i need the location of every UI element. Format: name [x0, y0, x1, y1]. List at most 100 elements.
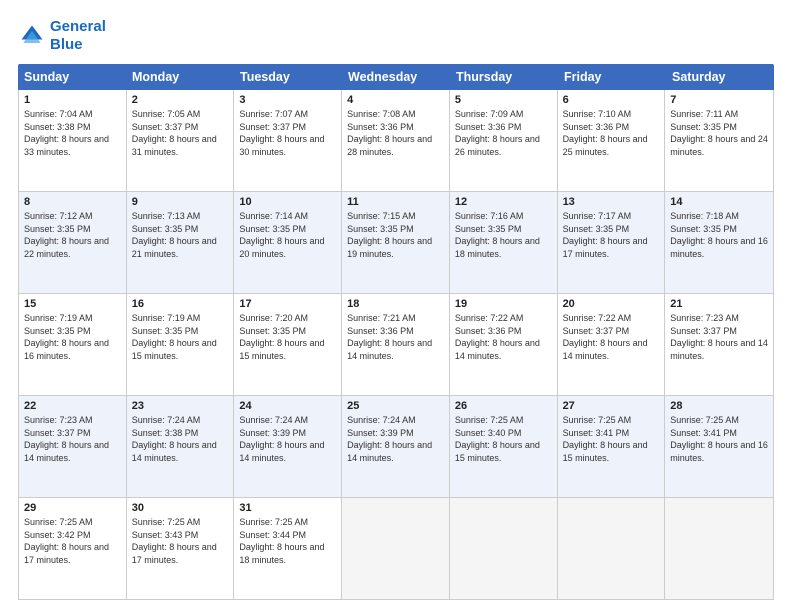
calendar-cell: 9 Sunrise: 7:13 AM Sunset: 3:35 PM Dayli… [127, 192, 235, 293]
calendar-cell: 6 Sunrise: 7:10 AM Sunset: 3:36 PM Dayli… [558, 90, 666, 191]
calendar-cell: 11 Sunrise: 7:15 AM Sunset: 3:35 PM Dayl… [342, 192, 450, 293]
day-number: 8 [24, 196, 121, 208]
calendar-cell [558, 498, 666, 599]
day-number: 10 [239, 196, 336, 208]
day-number: 1 [24, 94, 121, 106]
cell-info: Sunrise: 7:23 AM Sunset: 3:37 PM Dayligh… [670, 312, 768, 362]
header-day-friday: Friday [558, 64, 666, 90]
calendar-cell: 28 Sunrise: 7:25 AM Sunset: 3:41 PM Dayl… [665, 396, 773, 497]
day-number: 24 [239, 400, 336, 412]
cell-info: Sunrise: 7:14 AM Sunset: 3:35 PM Dayligh… [239, 210, 336, 260]
calendar-cell: 20 Sunrise: 7:22 AM Sunset: 3:37 PM Dayl… [558, 294, 666, 395]
calendar-cell: 7 Sunrise: 7:11 AM Sunset: 3:35 PM Dayli… [665, 90, 773, 191]
cell-info: Sunrise: 7:12 AM Sunset: 3:35 PM Dayligh… [24, 210, 121, 260]
day-number: 5 [455, 94, 552, 106]
day-number: 14 [670, 196, 768, 208]
calendar-cell: 2 Sunrise: 7:05 AM Sunset: 3:37 PM Dayli… [127, 90, 235, 191]
day-number: 21 [670, 298, 768, 310]
day-number: 31 [239, 502, 336, 514]
logo-icon [18, 22, 46, 50]
cell-info: Sunrise: 7:19 AM Sunset: 3:35 PM Dayligh… [24, 312, 121, 362]
calendar-cell: 30 Sunrise: 7:25 AM Sunset: 3:43 PM Dayl… [127, 498, 235, 599]
day-number: 22 [24, 400, 121, 412]
calendar-cell: 25 Sunrise: 7:24 AM Sunset: 3:39 PM Dayl… [342, 396, 450, 497]
calendar: SundayMondayTuesdayWednesdayThursdayFrid… [18, 64, 774, 600]
calendar-header: SundayMondayTuesdayWednesdayThursdayFrid… [18, 64, 774, 90]
page: General Blue SundayMondayTuesdayWednesda… [0, 0, 792, 612]
cell-info: Sunrise: 7:10 AM Sunset: 3:36 PM Dayligh… [563, 108, 660, 158]
calendar-cell: 8 Sunrise: 7:12 AM Sunset: 3:35 PM Dayli… [19, 192, 127, 293]
calendar-cell: 18 Sunrise: 7:21 AM Sunset: 3:36 PM Dayl… [342, 294, 450, 395]
calendar-cell: 22 Sunrise: 7:23 AM Sunset: 3:37 PM Dayl… [19, 396, 127, 497]
calendar-cell: 19 Sunrise: 7:22 AM Sunset: 3:36 PM Dayl… [450, 294, 558, 395]
day-number: 30 [132, 502, 229, 514]
cell-info: Sunrise: 7:09 AM Sunset: 3:36 PM Dayligh… [455, 108, 552, 158]
calendar-cell: 1 Sunrise: 7:04 AM Sunset: 3:38 PM Dayli… [19, 90, 127, 191]
calendar-cell: 27 Sunrise: 7:25 AM Sunset: 3:41 PM Dayl… [558, 396, 666, 497]
day-number: 7 [670, 94, 768, 106]
day-number: 2 [132, 94, 229, 106]
header-day-wednesday: Wednesday [342, 64, 450, 90]
cell-info: Sunrise: 7:13 AM Sunset: 3:35 PM Dayligh… [132, 210, 229, 260]
day-number: 20 [563, 298, 660, 310]
header-day-sunday: Sunday [18, 64, 126, 90]
day-number: 26 [455, 400, 552, 412]
day-number: 4 [347, 94, 444, 106]
day-number: 23 [132, 400, 229, 412]
cell-info: Sunrise: 7:11 AM Sunset: 3:35 PM Dayligh… [670, 108, 768, 158]
day-number: 18 [347, 298, 444, 310]
cell-info: Sunrise: 7:15 AM Sunset: 3:35 PM Dayligh… [347, 210, 444, 260]
cell-info: Sunrise: 7:07 AM Sunset: 3:37 PM Dayligh… [239, 108, 336, 158]
day-number: 27 [563, 400, 660, 412]
day-number: 19 [455, 298, 552, 310]
day-number: 29 [24, 502, 121, 514]
calendar-cell: 26 Sunrise: 7:25 AM Sunset: 3:40 PM Dayl… [450, 396, 558, 497]
calendar-cell: 10 Sunrise: 7:14 AM Sunset: 3:35 PM Dayl… [234, 192, 342, 293]
calendar-cell: 4 Sunrise: 7:08 AM Sunset: 3:36 PM Dayli… [342, 90, 450, 191]
calendar-cell [665, 498, 773, 599]
day-number: 9 [132, 196, 229, 208]
calendar-cell: 5 Sunrise: 7:09 AM Sunset: 3:36 PM Dayli… [450, 90, 558, 191]
calendar-cell: 14 Sunrise: 7:18 AM Sunset: 3:35 PM Dayl… [665, 192, 773, 293]
cell-info: Sunrise: 7:19 AM Sunset: 3:35 PM Dayligh… [132, 312, 229, 362]
header: General Blue [18, 18, 774, 54]
cell-info: Sunrise: 7:24 AM Sunset: 3:39 PM Dayligh… [347, 414, 444, 464]
day-number: 6 [563, 94, 660, 106]
header-day-tuesday: Tuesday [234, 64, 342, 90]
cell-info: Sunrise: 7:24 AM Sunset: 3:38 PM Dayligh… [132, 414, 229, 464]
cell-info: Sunrise: 7:25 AM Sunset: 3:43 PM Dayligh… [132, 516, 229, 566]
day-number: 16 [132, 298, 229, 310]
header-day-thursday: Thursday [450, 64, 558, 90]
calendar-row-1: 1 Sunrise: 7:04 AM Sunset: 3:38 PM Dayli… [19, 90, 773, 192]
calendar-cell: 29 Sunrise: 7:25 AM Sunset: 3:42 PM Dayl… [19, 498, 127, 599]
calendar-row-3: 15 Sunrise: 7:19 AM Sunset: 3:35 PM Dayl… [19, 294, 773, 396]
calendar-cell: 24 Sunrise: 7:24 AM Sunset: 3:39 PM Dayl… [234, 396, 342, 497]
cell-info: Sunrise: 7:17 AM Sunset: 3:35 PM Dayligh… [563, 210, 660, 260]
cell-info: Sunrise: 7:25 AM Sunset: 3:42 PM Dayligh… [24, 516, 121, 566]
cell-info: Sunrise: 7:25 AM Sunset: 3:41 PM Dayligh… [563, 414, 660, 464]
day-number: 28 [670, 400, 768, 412]
calendar-cell: 31 Sunrise: 7:25 AM Sunset: 3:44 PM Dayl… [234, 498, 342, 599]
calendar-cell: 21 Sunrise: 7:23 AM Sunset: 3:37 PM Dayl… [665, 294, 773, 395]
calendar-cell [342, 498, 450, 599]
calendar-cell: 17 Sunrise: 7:20 AM Sunset: 3:35 PM Dayl… [234, 294, 342, 395]
cell-info: Sunrise: 7:21 AM Sunset: 3:36 PM Dayligh… [347, 312, 444, 362]
calendar-row-4: 22 Sunrise: 7:23 AM Sunset: 3:37 PM Dayl… [19, 396, 773, 498]
calendar-cell: 3 Sunrise: 7:07 AM Sunset: 3:37 PM Dayli… [234, 90, 342, 191]
calendar-row-2: 8 Sunrise: 7:12 AM Sunset: 3:35 PM Dayli… [19, 192, 773, 294]
calendar-cell: 23 Sunrise: 7:24 AM Sunset: 3:38 PM Dayl… [127, 396, 235, 497]
cell-info: Sunrise: 7:04 AM Sunset: 3:38 PM Dayligh… [24, 108, 121, 158]
cell-info: Sunrise: 7:25 AM Sunset: 3:41 PM Dayligh… [670, 414, 768, 464]
calendar-cell: 12 Sunrise: 7:16 AM Sunset: 3:35 PM Dayl… [450, 192, 558, 293]
calendar-cell: 15 Sunrise: 7:19 AM Sunset: 3:35 PM Dayl… [19, 294, 127, 395]
cell-info: Sunrise: 7:24 AM Sunset: 3:39 PM Dayligh… [239, 414, 336, 464]
day-number: 13 [563, 196, 660, 208]
cell-info: Sunrise: 7:05 AM Sunset: 3:37 PM Dayligh… [132, 108, 229, 158]
header-day-monday: Monday [126, 64, 234, 90]
day-number: 11 [347, 196, 444, 208]
day-number: 12 [455, 196, 552, 208]
calendar-row-5: 29 Sunrise: 7:25 AM Sunset: 3:42 PM Dayl… [19, 498, 773, 599]
logo-text: General Blue [50, 18, 106, 54]
day-number: 3 [239, 94, 336, 106]
cell-info: Sunrise: 7:25 AM Sunset: 3:40 PM Dayligh… [455, 414, 552, 464]
